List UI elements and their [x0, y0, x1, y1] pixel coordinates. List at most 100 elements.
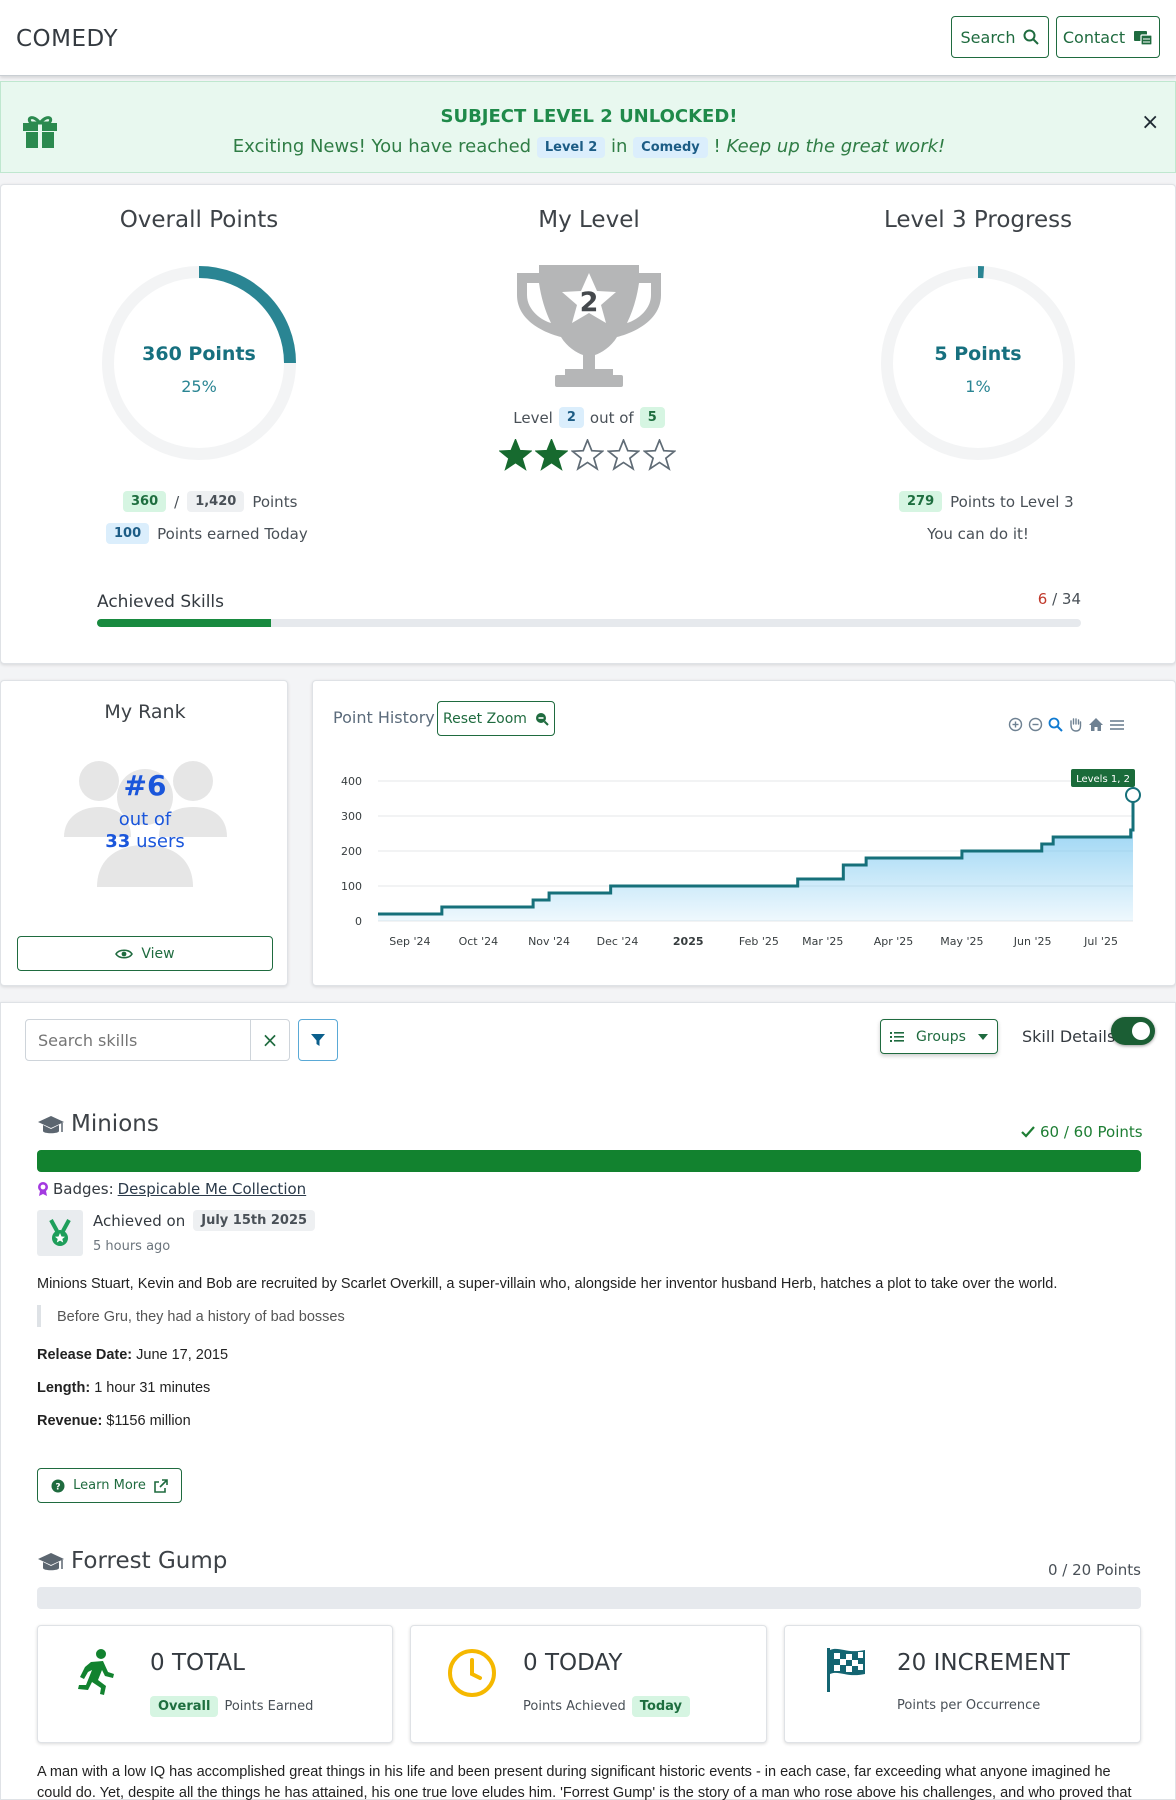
level-progress-points: 5 Points	[934, 343, 1022, 365]
chart-area-fill	[378, 795, 1133, 921]
rank-users: 33 users	[1, 831, 289, 852]
forrest-points-label: 0 / 20 Points	[1047, 1561, 1141, 1579]
chart-data-point[interactable]	[1125, 787, 1141, 803]
graduation-cap-icon	[38, 1116, 64, 1134]
running-icon	[78, 1649, 114, 1695]
question-icon: ?	[51, 1479, 65, 1492]
star-empty-icon	[643, 439, 676, 471]
increment-points-card: 20 INCREMENT Points per Occurrence	[784, 1625, 1141, 1743]
today-points-label: Points earned Today	[157, 524, 308, 543]
learn-more-button[interactable]: ? Learn More	[37, 1468, 182, 1503]
my-level-title: My Level	[538, 207, 640, 233]
increment-value: 20 INCREMENT	[897, 1650, 1070, 1676]
today-tag: Today	[631, 1696, 691, 1717]
level-progress-percent: 1%	[965, 377, 991, 396]
search-button-label: Search	[960, 27, 1016, 47]
total-sub: Overall Points Earned	[150, 1696, 313, 1717]
search-button[interactable]: Search	[951, 16, 1049, 58]
revenue-row: Revenue: $1156 million	[37, 1413, 191, 1429]
chart-x-tick-label: Mar '25	[802, 935, 843, 948]
users-word: users	[136, 831, 185, 852]
star-filled-icon	[535, 439, 568, 471]
point-history-chart[interactable]: 0 100 200 300 400 Sep '24 Oct '24 Nov '24 Dec '…	[313, 681, 1176, 987]
total-skills-value: 34	[1061, 590, 1081, 608]
level-out-of: out of	[589, 408, 634, 427]
star-empty-icon	[607, 439, 640, 471]
minions-quote: Before Gru, they had a history of bad bo…	[57, 1309, 345, 1325]
minions-progress-fill	[37, 1150, 1141, 1172]
max-level-tag: 5	[639, 407, 665, 428]
minions-points: 60 / 60 Points	[1021, 1123, 1143, 1141]
total-points-tag: 1,420	[187, 491, 245, 512]
today-points-tag: 100	[106, 523, 150, 544]
achieved-on-row: Achieved on July 15th 2025	[93, 1210, 316, 1231]
alert-msg-suffix: Keep up the great work!	[726, 136, 946, 157]
clear-search-button[interactable]: ×	[250, 1020, 289, 1060]
search-skills-input[interactable]	[26, 1020, 250, 1060]
alert-msg-prefix: Exciting News! You have reached	[232, 136, 532, 157]
trophy-icon	[517, 265, 661, 387]
toggle-knob	[1132, 1022, 1150, 1040]
minions-description: Minions Stuart, Kevin and Bob are recrui…	[37, 1276, 1058, 1292]
chart-x-tick-label: Jun '25	[1013, 935, 1052, 948]
achieved-on-label: Achieved on	[93, 1211, 186, 1230]
minions-progress	[37, 1150, 1141, 1172]
users-count: 33	[105, 831, 131, 852]
remaining-points-tag: 279	[899, 491, 943, 512]
eye-icon	[115, 948, 134, 959]
achieved-skills-value: 6	[1037, 590, 1048, 608]
filter-button[interactable]	[298, 1019, 338, 1061]
caret-down-icon	[977, 1033, 988, 1040]
list-icon	[890, 1031, 905, 1042]
chart-annotation-label: Levels 1, 2	[1076, 774, 1130, 785]
release-date-row: Release Date: June 17, 2015	[37, 1347, 229, 1363]
groups-label: Groups	[916, 1028, 966, 1045]
total-value: 0 TOTAL	[150, 1650, 245, 1676]
alert-level-tag: Level 2	[536, 136, 606, 158]
chart-x-tick-label: Jul '25	[1083, 935, 1118, 948]
chart-x-tick-label: Feb '25	[739, 935, 779, 948]
level-word: Level	[513, 408, 553, 427]
achieved-skills-progress-fill	[97, 619, 271, 627]
today-points-card: 0 TODAY Points Achieved Today	[410, 1625, 767, 1743]
level-stars	[499, 439, 676, 471]
skill-details-toggle[interactable]	[1111, 1017, 1155, 1045]
check-icon	[1021, 1126, 1035, 1138]
today-value: 0 TODAY	[523, 1650, 623, 1676]
points-to-next-level: 279 Points to Level 3	[899, 491, 1074, 512]
alert-close-button[interactable]: ×	[1141, 110, 1159, 135]
navbar: COMEDY Search Contact	[0, 0, 1176, 76]
chart-x-tick-label: Sep '24	[389, 935, 430, 948]
stats-card: Overall Points 360 Points 25% 360 / 1,42…	[0, 184, 1176, 664]
graduation-cap-icon	[38, 1553, 64, 1571]
earned-points-tag: 360	[123, 491, 167, 512]
svg-text:?: ?	[56, 1482, 61, 1492]
search-icon	[1023, 29, 1040, 45]
alert-msg-in: in	[611, 136, 628, 157]
groups-dropdown[interactable]: Groups	[880, 1019, 998, 1054]
minions-points-label: 60 / 60 Points	[1040, 1123, 1143, 1141]
contact-button[interactable]: Contact	[1056, 16, 1160, 58]
length-row: Length: 1 hour 31 minutes	[37, 1380, 211, 1396]
current-level-tag: 2	[558, 407, 584, 428]
overall-points-title: Overall Points	[119, 207, 279, 233]
chart-y-tick-label: 100	[341, 880, 362, 893]
alert-message: Exciting News! You have reached Level 2 …	[232, 136, 946, 158]
increment-sub: Points per Occurrence	[897, 1698, 1041, 1713]
checkered-flag-icon	[827, 1648, 865, 1692]
rank-view-button[interactable]: View	[17, 936, 273, 971]
achievement-medal	[37, 1210, 83, 1256]
badges-label: Badges:	[53, 1180, 114, 1198]
achieved-skills-label: Achieved Skills	[97, 592, 225, 612]
brand-title: COMEDY	[16, 26, 119, 52]
achieved-ago: 5 hours ago	[93, 1239, 171, 1254]
view-label: View	[141, 945, 175, 962]
chart-x-tick-label: Dec '24	[597, 935, 639, 948]
subject-title-forrest-gump[interactable]: Forrest Gump	[71, 1548, 227, 1574]
points-word: Points	[252, 492, 298, 511]
badge-link[interactable]: Despicable Me Collection	[118, 1180, 307, 1198]
filter-icon	[311, 1034, 325, 1046]
subject-title-minions[interactable]: Minions	[71, 1111, 159, 1137]
point-history-card: Point History Reset Zoom 0 100 200 300 400 S…	[312, 680, 1176, 986]
chart-x-tick-label: Oct '24	[459, 935, 499, 948]
